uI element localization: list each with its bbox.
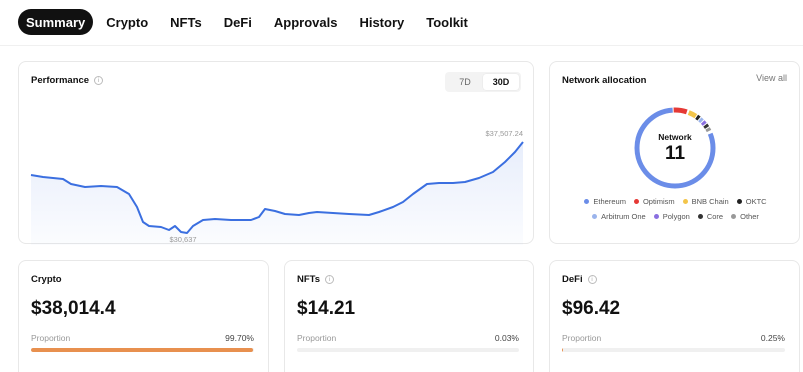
top-tabs: Summary Crypto NFTs DeFi Approvals Histo… bbox=[18, 9, 481, 35]
performance-card: Performance i 7D 30D $37,507.24 $30,637 bbox=[18, 61, 534, 245]
defi-proportion-bar bbox=[562, 348, 785, 352]
performance-chart: $37,507.24 $30,637 bbox=[30, 129, 524, 245]
nfts-card[interactable]: NFTs i $14.21 Proportion 0.03% bbox=[284, 260, 534, 372]
legend-dot bbox=[633, 199, 639, 204]
legend-label: BNB Chain bbox=[691, 197, 729, 206]
crypto-proportion-bar bbox=[31, 348, 254, 352]
high-price-label: $37,507.24 bbox=[485, 129, 523, 138]
crypto-amount: $38,014.4 bbox=[31, 298, 116, 319]
network-title: Network allocation bbox=[562, 75, 647, 86]
defi-proportion-value: 0.25% bbox=[760, 333, 785, 343]
nfts-proportion-bar bbox=[297, 348, 519, 352]
defi-amount: $96.42 bbox=[562, 298, 621, 319]
tab-toolkit[interactable]: Toolkit bbox=[417, 9, 477, 35]
donut-center-label: Network bbox=[658, 131, 692, 142]
legend-dot bbox=[653, 214, 659, 219]
performance-area bbox=[31, 142, 523, 245]
crypto-card[interactable]: Crypto $38,014.4 Proportion 99.70% bbox=[18, 260, 269, 372]
legend-dot bbox=[584, 199, 590, 204]
tab-crypto[interactable]: Crypto bbox=[97, 9, 157, 35]
nfts-proportion-label: Proportion bbox=[297, 333, 337, 343]
legend-item-ethereum: Ethereum bbox=[584, 197, 626, 206]
proportion-bar-fill bbox=[31, 348, 254, 352]
legend-dot bbox=[592, 214, 598, 219]
tab-history[interactable]: History bbox=[350, 9, 413, 35]
tab-approvals[interactable]: Approvals bbox=[265, 9, 347, 35]
legend-label: Arbitrum One bbox=[601, 212, 646, 221]
legend-label: Polygon bbox=[662, 212, 690, 221]
low-price-label: $30,637 bbox=[169, 235, 196, 244]
defi-title: DeFi bbox=[562, 274, 583, 285]
legend-label: Optimism bbox=[642, 197, 675, 206]
proportion-bar-fill bbox=[562, 348, 563, 352]
legend-dot bbox=[682, 199, 688, 204]
nfts-amount: $14.21 bbox=[297, 298, 356, 319]
crypto-proportion-label: Proportion bbox=[31, 333, 71, 343]
nfts-title: NFTs bbox=[297, 274, 321, 285]
tab-summary[interactable]: Summary bbox=[18, 9, 94, 35]
donut-center-value: 11 bbox=[664, 142, 686, 164]
view-all-link[interactable]: View all bbox=[756, 73, 787, 83]
legend-item-bnb-chain: BNB Chain bbox=[682, 197, 729, 206]
legend-dot bbox=[731, 214, 737, 219]
legend-dot bbox=[697, 214, 703, 219]
info-icon[interactable]: i bbox=[325, 275, 335, 284]
legend-label: Ethereum bbox=[593, 197, 626, 206]
nfts-title-row: NFTs i bbox=[297, 274, 335, 285]
legend-item-polygon: Polygon bbox=[653, 212, 690, 221]
defi-card[interactable]: DeFi i $96.42 Proportion 0.25% bbox=[549, 260, 800, 372]
legend-dot bbox=[736, 199, 742, 204]
legend-label: Other bbox=[740, 212, 759, 221]
network-allocation-card: Network allocation View all Network 11 E… bbox=[549, 61, 800, 244]
defi-proportion-label: Proportion bbox=[562, 333, 602, 343]
legend-item-oktc: OKTC bbox=[736, 197, 767, 206]
nfts-proportion-value: 0.03% bbox=[494, 333, 519, 343]
legend-item-arbitrum-one: Arbitrum One bbox=[592, 212, 646, 221]
legend-item-other: Other bbox=[731, 212, 759, 221]
info-icon[interactable]: i bbox=[587, 275, 597, 284]
legend-item-optimism: Optimism bbox=[633, 197, 675, 206]
legend-label: OKTC bbox=[745, 197, 767, 206]
legend-label: Core bbox=[706, 212, 724, 221]
network-legend-row-1: Ethereum Optimism BNB Chain OKTC bbox=[550, 197, 801, 206]
tab-defi[interactable]: DeFi bbox=[215, 9, 261, 35]
header-divider bbox=[0, 45, 803, 46]
legend-item-core: Core bbox=[697, 212, 724, 221]
donut-center: Network 11 bbox=[630, 103, 720, 193]
crypto-title: Crypto bbox=[31, 274, 62, 285]
network-legend-row-2: Arbitrum One Polygon Core Other bbox=[550, 212, 801, 221]
crypto-proportion-value: 99.70% bbox=[225, 333, 254, 343]
tab-nfts[interactable]: NFTs bbox=[161, 9, 211, 35]
defi-title-row: DeFi i bbox=[562, 274, 597, 285]
